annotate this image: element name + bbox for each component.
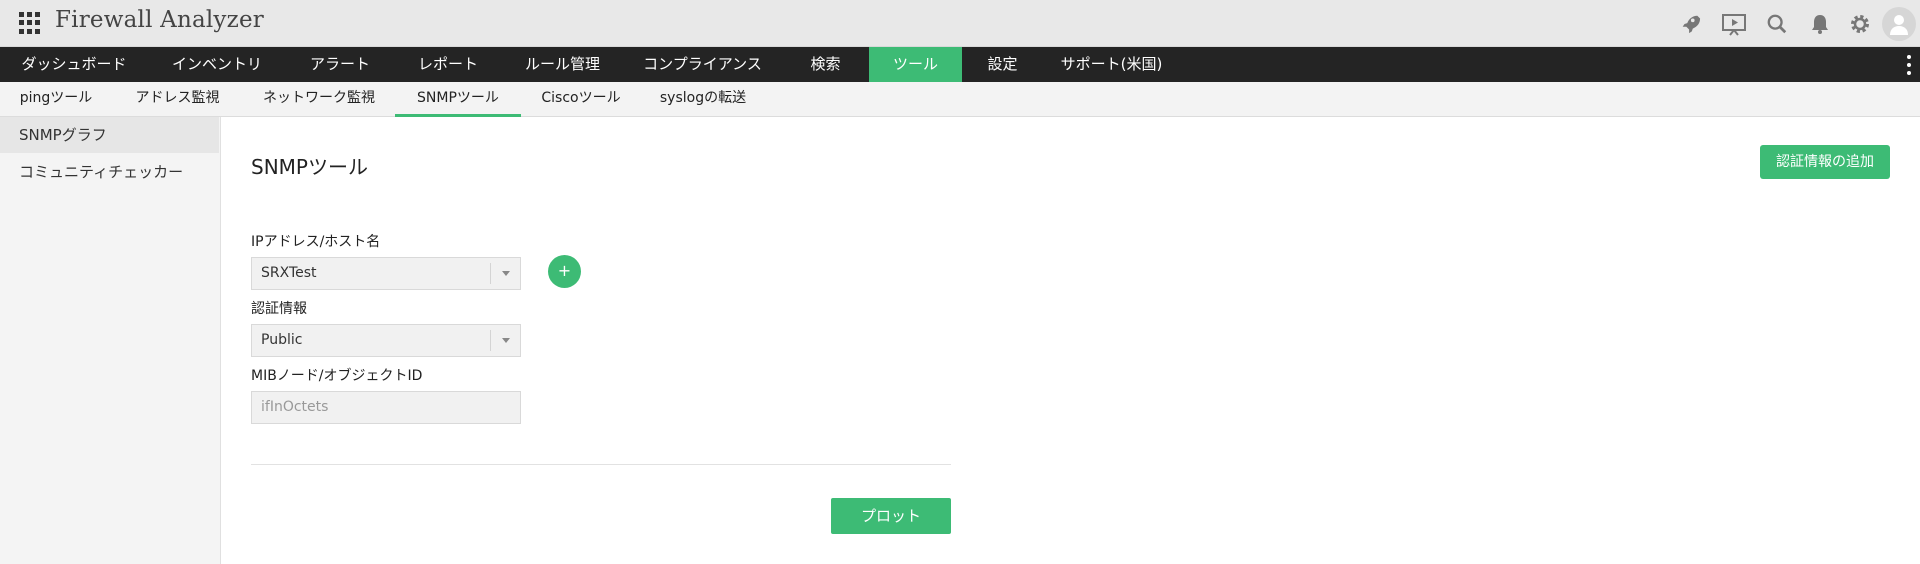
rocket-icon[interactable] — [1675, 9, 1705, 39]
subnav-ping-tool[interactable]: pingツール — [0, 82, 112, 117]
top-header: Firewall Analyzer — [0, 0, 1920, 47]
nav-inventory[interactable]: インベントリ — [148, 47, 286, 82]
app-title: Firewall Analyzer — [55, 7, 264, 33]
subnav-network-monitor[interactable]: ネットワーク監視 — [243, 82, 395, 117]
nav-alerts[interactable]: アラート — [286, 47, 394, 82]
nav-tools[interactable]: ツール — [869, 47, 962, 82]
nav-compliance[interactable]: コンプライアンス — [623, 47, 782, 82]
nav-reports[interactable]: レポート — [394, 47, 502, 82]
bell-icon[interactable] — [1805, 9, 1835, 39]
sidebar: SNMPグラフ コミュニティチェッカー — [0, 117, 219, 564]
subnav-cisco-tool[interactable]: Ciscoツール — [521, 82, 641, 117]
host-label: IPアドレス/ホスト名 — [251, 234, 381, 250]
sidebar-item-snmp-graph[interactable]: SNMPグラフ — [0, 117, 219, 153]
chevron-down-icon[interactable] — [490, 330, 520, 351]
nav-dashboard[interactable]: ダッシュボード — [0, 47, 148, 82]
nav-rule-management[interactable]: ルール管理 — [502, 47, 623, 82]
nav-search[interactable]: 検索 — [782, 47, 869, 82]
credential-label: 認証情報 — [251, 301, 307, 317]
page-title: SNMPツール — [251, 155, 368, 179]
add-host-button[interactable]: + — [548, 255, 581, 288]
plot-button[interactable]: プロット — [831, 498, 951, 534]
credential-select[interactable]: Public — [251, 324, 521, 357]
user-avatar-icon[interactable] — [1882, 7, 1916, 41]
app-grid-icon[interactable] — [19, 12, 41, 34]
sub-nav: pingツール アドレス監視 ネットワーク監視 SNMPツール Ciscoツール… — [0, 82, 1920, 117]
subnav-address-monitor[interactable]: アドレス監視 — [112, 82, 243, 117]
main-nav: ダッシュボード インベントリ アラート レポート ルール管理 コンプライアンス … — [0, 47, 1920, 82]
more-menu-icon[interactable] — [1906, 55, 1912, 75]
chevron-down-icon[interactable] — [490, 263, 520, 284]
main-content: SNMPツール 認証情報の追加 IPアドレス/ホスト名 SRXTest + 認証… — [220, 117, 1920, 564]
gear-icon[interactable] — [1845, 9, 1875, 39]
form-divider — [251, 464, 951, 465]
presentation-play-icon[interactable] — [1719, 9, 1749, 39]
subnav-snmp-tool[interactable]: SNMPツール — [395, 82, 521, 117]
host-select[interactable]: SRXTest — [251, 257, 521, 290]
search-icon[interactable] — [1762, 9, 1792, 39]
nav-settings[interactable]: 設定 — [962, 47, 1043, 82]
nav-support[interactable]: サポート(米国) — [1043, 47, 1180, 82]
oid-label: MIBノード/オブジェクトID — [251, 368, 423, 384]
credential-select-value: Public — [261, 332, 303, 348]
add-credential-button[interactable]: 認証情報の追加 — [1760, 145, 1890, 179]
subnav-syslog-forward[interactable]: syslogの転送 — [641, 82, 765, 117]
host-select-value: SRXTest — [261, 265, 317, 281]
oid-input[interactable]: ifInOctets — [251, 391, 521, 424]
sidebar-item-community-checker[interactable]: コミュニティチェッカー — [0, 154, 219, 190]
